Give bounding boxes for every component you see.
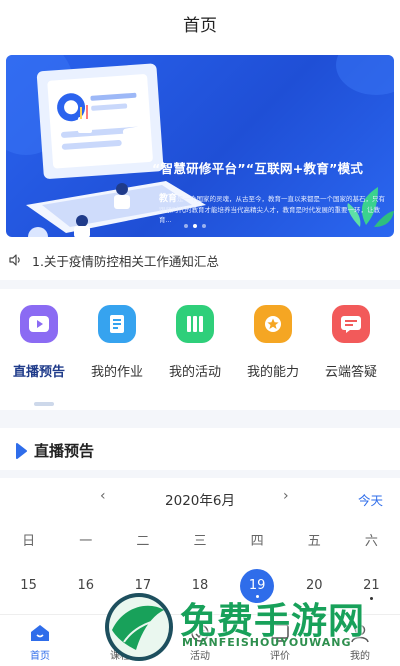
app-screen: 首页 “智慧研修平台”“互联网+教育”模式 教育是一个国家的灵魂，从古至今，教育… [0, 0, 400, 666]
next-month-button[interactable]: › [283, 488, 289, 504]
cloud-qa-icon [332, 305, 370, 343]
ability-medal-icon [254, 305, 292, 343]
page-title: 首页 [183, 15, 217, 36]
divider [0, 410, 400, 428]
quick-link-label: 直播预告 [12, 365, 65, 380]
active-tab-indicator [34, 402, 54, 406]
section-marker-icon [16, 442, 27, 459]
home-icon [31, 625, 49, 641]
calendar-dates: 15 16 17 18 19 20 21 [0, 569, 400, 603]
tab-home[interactable]: 首页 [0, 615, 80, 666]
quick-link-live-preview[interactable]: 直播预告 [0, 305, 78, 380]
activity-books-icon [176, 305, 214, 343]
calendar-day[interactable]: 20 [286, 570, 343, 602]
carousel-dot[interactable] [202, 224, 206, 228]
weekday-label: 六 [364, 534, 378, 549]
weekday-label: 四 [250, 534, 264, 549]
weekday-label: 日 [22, 534, 36, 549]
quick-link-my-ability[interactable]: 我的能力 [234, 305, 312, 380]
quick-links: 直播预告 我的作业 我的活动 我的能力 云端答疑 [0, 305, 400, 380]
calendar-day[interactable]: 16 [57, 570, 114, 602]
calendar-day[interactable]: 15 [0, 570, 57, 602]
notice-text: 1.关于疫情防控相关工作通知汇总 [32, 253, 219, 269]
quick-link-label: 我的活动 [168, 365, 221, 380]
today-button[interactable]: 今天 [358, 490, 383, 509]
live-play-icon [20, 305, 58, 343]
banner-paragraph: 教育是一个国家的灵魂，从古至今，教育一直以来都是一个国家的基石，只有跟紧时代的教… [159, 194, 387, 226]
tab-label: 首页 [30, 651, 50, 662]
weekday-label: 二 [136, 534, 150, 549]
carousel-dot-active[interactable] [193, 224, 197, 228]
calendar-header: ‹ 2020年6月 › 今天 [0, 486, 400, 510]
banner-headline: “智慧研修平台”“互联网+教育”模式 [152, 161, 364, 176]
quick-link-my-homework[interactable]: 我的作业 [78, 305, 156, 380]
carousel-dots [184, 224, 206, 228]
calendar-day-selected[interactable]: 19 [229, 569, 286, 603]
calendar-day[interactable]: 21 [343, 570, 400, 602]
carousel-dot[interactable] [184, 224, 188, 228]
calendar-day[interactable]: 17 [114, 570, 171, 602]
weekday-label: 三 [193, 534, 207, 549]
divider [0, 280, 400, 289]
calendar-weekdays: 日 一 二 三 四 五 六 [0, 530, 400, 549]
promo-banner[interactable]: “智慧研修平台”“互联网+教育”模式 教育是一个国家的灵魂，从古至今，教育一直以… [6, 55, 394, 237]
quick-link-label: 我的能力 [246, 365, 299, 380]
banner-para-body: 是一个国家的灵魂，从古至今，教育一直以来都是一个国家的基石，只有跟紧时代的教育才… [159, 195, 386, 224]
section-header: 直播预告 [14, 440, 94, 461]
section-title: 直播预告 [34, 442, 95, 460]
weekday-label: 五 [307, 534, 321, 549]
top-bar: 首页 [0, 0, 400, 46]
quick-link-label: 云端答疑 [324, 365, 377, 380]
calendar-month: 2020年6月 [165, 493, 235, 509]
watermark-subtext: MIANFEISHOUYOUWANG [182, 636, 352, 649]
calendar-day[interactable]: 18 [171, 570, 228, 602]
notice-bar[interactable]: 1.关于疫情防控相关工作通知汇总 [8, 250, 219, 270]
banner-para-lead: 教育 [159, 194, 178, 204]
quick-link-label: 我的作业 [90, 365, 143, 380]
quick-link-my-activity[interactable]: 我的活动 [156, 305, 234, 380]
weekday-label: 一 [79, 534, 93, 549]
divider [0, 470, 400, 478]
speaker-icon [9, 254, 20, 266]
quick-link-cloud-qa[interactable]: 云端答疑 [312, 305, 390, 380]
homework-book-icon [98, 305, 136, 343]
